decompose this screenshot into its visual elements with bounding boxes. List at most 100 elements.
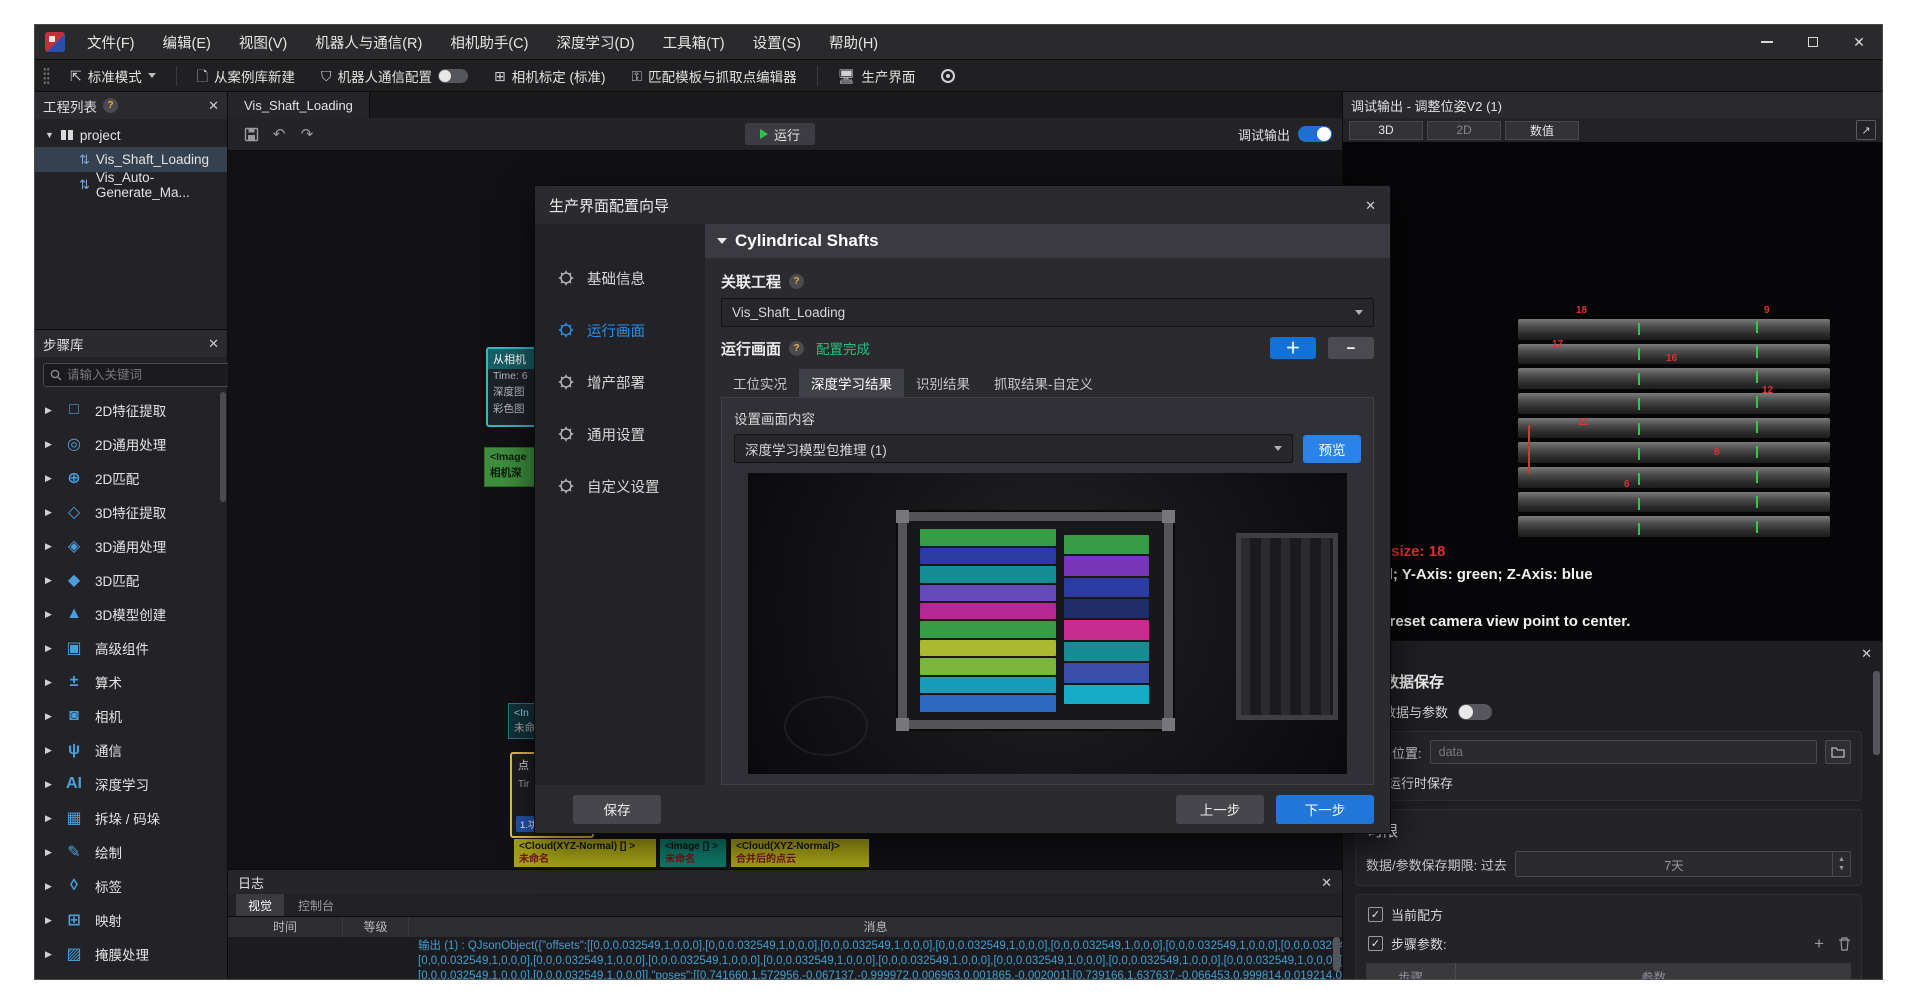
step-search-input[interactable] bbox=[67, 368, 228, 382]
chevron-right-icon[interactable]: ▶ bbox=[45, 847, 53, 858]
save-project-button[interactable] bbox=[238, 122, 264, 146]
retention-input[interactable] bbox=[1516, 857, 1832, 871]
step-category[interactable]: ▶ ◇ 3D特征提取 bbox=[35, 495, 227, 529]
project-tree-root[interactable]: ▼ project bbox=[35, 123, 227, 147]
step-category[interactable]: ▶ □ 2D特征提取 bbox=[35, 393, 227, 427]
help-icon[interactable]: ? bbox=[789, 341, 804, 356]
data-save-scrollbar[interactable] bbox=[1873, 671, 1880, 755]
debug-view-tab[interactable]: 2D bbox=[1427, 121, 1501, 140]
menu-item[interactable]: 视图(V) bbox=[225, 25, 301, 59]
step-category[interactable]: ▶ ⊞ 映射 bbox=[35, 903, 227, 937]
robot-comm-toggle[interactable] bbox=[438, 69, 468, 83]
step-category[interactable]: ▶ ◆ 3D匹配 bbox=[35, 563, 227, 597]
chevron-right-icon[interactable]: ▶ bbox=[45, 779, 53, 790]
output-port-label[interactable]: <Cloud(XYZ-Normal)> 合并后的点云 bbox=[731, 839, 869, 867]
chevron-right-icon[interactable]: ▶ bbox=[45, 439, 53, 450]
step-params-checkbox[interactable]: ✓ bbox=[1368, 936, 1383, 951]
run-screen-tab[interactable]: 识别结果 bbox=[904, 369, 982, 397]
wizard-nav-item[interactable]: 通用设置 bbox=[535, 408, 705, 460]
menu-item[interactable]: 深度学习(D) bbox=[542, 25, 648, 59]
log-tab[interactable]: 视觉 bbox=[236, 894, 284, 916]
save-data-params-toggle[interactable] bbox=[1458, 704, 1492, 720]
add-screen-button[interactable]: ＋ bbox=[1270, 337, 1316, 359]
step-category[interactable]: ▶ ψ 通信 bbox=[35, 733, 227, 767]
debug-view-tab[interactable]: 3D bbox=[1349, 121, 1423, 140]
preview-button[interactable]: 预览 bbox=[1303, 435, 1361, 463]
chevron-right-icon[interactable]: ▶ bbox=[45, 575, 53, 586]
chevron-right-icon[interactable]: ▶ bbox=[45, 813, 53, 824]
close-step-library-button[interactable]: ✕ bbox=[208, 337, 219, 350]
add-step-param-button[interactable]: + bbox=[1814, 935, 1824, 952]
save-button[interactable]: 保存 bbox=[573, 795, 661, 824]
menu-item[interactable]: 帮助(H) bbox=[815, 25, 892, 59]
chevron-right-icon[interactable]: ▶ bbox=[45, 711, 53, 722]
close-button[interactable]: ✕ bbox=[1836, 25, 1882, 59]
standard-mode-button[interactable]: ⇱ 标准模式 bbox=[60, 63, 166, 89]
run-screen-tab[interactable]: 深度学习结果 bbox=[799, 369, 904, 397]
chevron-right-icon[interactable]: ▶ bbox=[45, 949, 53, 960]
undo-button[interactable]: ↶ bbox=[266, 122, 292, 146]
wizard-nav-item[interactable]: 增产部署 bbox=[535, 356, 705, 408]
step-category[interactable]: ▶ ◈ 3D通用处理 bbox=[35, 529, 227, 563]
close-log-panel-button[interactable]: ✕ bbox=[1321, 876, 1332, 889]
step-category[interactable]: ▶ ▨ 掩膜处理 bbox=[35, 937, 227, 971]
project-item[interactable]: ⇅ Vis_Shaft_Loading bbox=[35, 147, 227, 172]
chevron-right-icon[interactable]: ▶ bbox=[45, 643, 53, 654]
menu-item[interactable]: 机器人与通信(R) bbox=[301, 25, 436, 59]
target-mode-button[interactable] bbox=[931, 63, 965, 89]
chevron-right-icon[interactable]: ▶ bbox=[45, 405, 53, 416]
close-data-save-panel-button[interactable]: ✕ bbox=[1861, 647, 1872, 660]
menu-item[interactable]: 设置(S) bbox=[739, 25, 815, 59]
step-search-box[interactable] bbox=[43, 363, 235, 387]
toolbar-grip-handle[interactable] bbox=[43, 67, 50, 85]
step-category[interactable]: ▶ ▲ 3D模型创建 bbox=[35, 597, 227, 631]
run-button[interactable]: 运行 bbox=[745, 123, 815, 145]
remove-screen-button[interactable]: − bbox=[1328, 337, 1374, 359]
previous-step-button[interactable]: 上一步 bbox=[1176, 795, 1264, 824]
spinner-arrows[interactable]: ▲▼ bbox=[1832, 852, 1850, 876]
log-scrollbar[interactable] bbox=[1333, 937, 1340, 971]
wizard-nav-item[interactable]: 自定义设置 bbox=[535, 460, 705, 512]
log-body[interactable]: 输出 (1) : QJsonObject({"offsets":[[0,0,0.… bbox=[228, 937, 1342, 979]
editor-tab[interactable]: Vis_Shaft_Loading bbox=[228, 92, 370, 118]
chevron-right-icon[interactable]: ▶ bbox=[45, 915, 53, 926]
step-category[interactable]: ▶ ± 算术 bbox=[35, 665, 227, 699]
chevron-right-icon[interactable]: ▶ bbox=[45, 507, 53, 518]
chevron-right-icon[interactable]: ▶ bbox=[45, 541, 53, 552]
chevron-right-icon[interactable]: ▶ bbox=[45, 745, 53, 756]
step-category[interactable]: ▶ ◇ 测量 bbox=[35, 971, 227, 979]
linked-project-select[interactable]: Vis_Shaft_Loading bbox=[721, 298, 1374, 327]
debug-output-toggle[interactable] bbox=[1298, 126, 1332, 142]
camera-calibration-button[interactable]: ⊞ 相机标定 (标准) bbox=[484, 63, 615, 89]
pop-out-button[interactable]: ↗ bbox=[1856, 120, 1876, 140]
help-icon[interactable]: ? bbox=[789, 274, 804, 289]
step-category[interactable]: ▶ ◙ 相机 bbox=[35, 699, 227, 733]
step-category[interactable]: ▶ ▣ 高级组件 bbox=[35, 631, 227, 665]
file-location-input[interactable] bbox=[1430, 740, 1817, 764]
section-header[interactable]: Cylindrical Shafts bbox=[705, 224, 1390, 258]
new-from-case-button[interactable]: 🗋 从案例库新建 bbox=[187, 63, 305, 89]
run-screen-tab[interactable]: 工位实况 bbox=[721, 369, 799, 397]
menu-item[interactable]: 编辑(E) bbox=[149, 25, 225, 59]
screen-content-select[interactable]: 深度学习模型包推理 (1) bbox=[734, 434, 1293, 463]
maximize-button[interactable] bbox=[1790, 25, 1836, 59]
robot-comm-config-button[interactable]: ⛉ 机器人通信配置 bbox=[311, 63, 478, 89]
template-grasp-editor-button[interactable]: ⚿ 匹配模板与抓取点编辑器 bbox=[621, 63, 806, 89]
current-recipe-checkbox[interactable]: ✓ bbox=[1368, 907, 1383, 922]
chevron-right-icon[interactable]: ▶ bbox=[45, 677, 53, 688]
delete-step-param-button[interactable] bbox=[1838, 937, 1851, 951]
step-category[interactable]: ▶ ◎ 2D通用处理 bbox=[35, 427, 227, 461]
browse-folder-button[interactable] bbox=[1825, 740, 1851, 764]
run-screen-tab[interactable]: 抓取结果-自定义 bbox=[982, 369, 1105, 397]
step-list-scrollbar[interactable] bbox=[220, 392, 226, 502]
help-icon[interactable]: ? bbox=[103, 98, 118, 113]
step-category[interactable]: ▶ ⊕ 2D匹配 bbox=[35, 461, 227, 495]
chevron-right-icon[interactable]: ▶ bbox=[45, 609, 53, 620]
menu-item[interactable]: 工具箱(T) bbox=[649, 25, 739, 59]
step-category[interactable]: ▶ AI 深度学习 bbox=[35, 767, 227, 801]
close-project-panel-button[interactable]: ✕ bbox=[208, 99, 219, 112]
pointcloud-3d-view[interactable]: 1891716121186 ist 1: size: 18 s: red; Y-… bbox=[1343, 142, 1882, 641]
redo-button[interactable]: ↷ bbox=[294, 122, 320, 146]
retention-spinner[interactable]: ▲▼ bbox=[1515, 851, 1851, 877]
minimize-button[interactable] bbox=[1744, 25, 1790, 59]
